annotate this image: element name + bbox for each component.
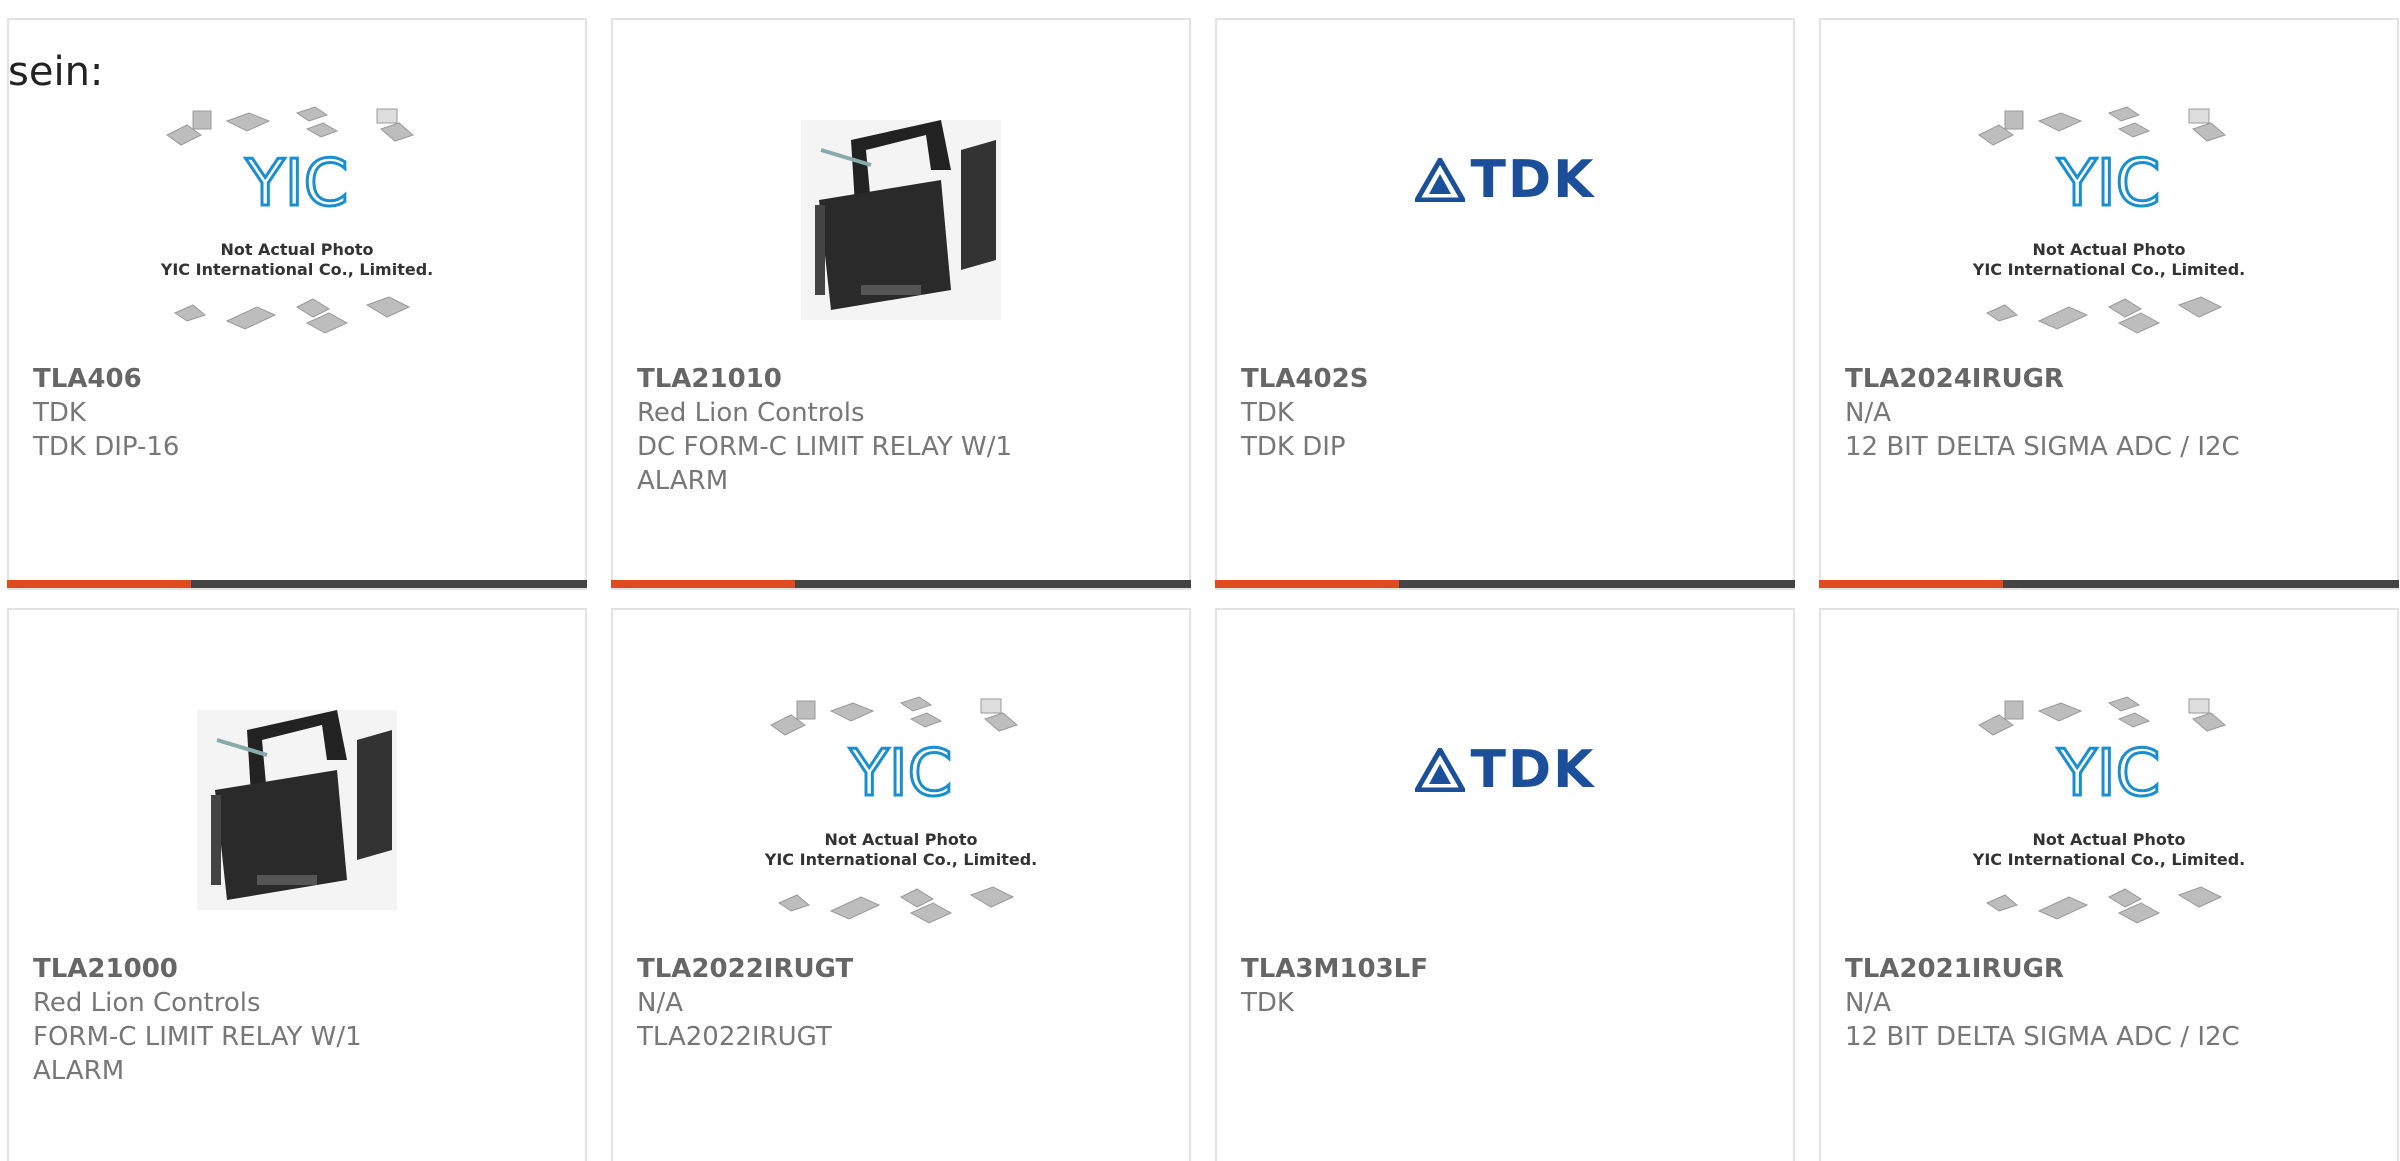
yic-placeholder-icon: YIC Not Actual Photo YIC International C… <box>1972 106 2245 334</box>
product-info: TLA3M103LF TDK <box>1241 952 1769 1020</box>
product-image: TDK <box>1217 640 1793 900</box>
placeholder-line1: Not Actual Photo <box>2032 240 2185 259</box>
product-info: TLA402S TDK TDK DIP <box>1241 362 1769 464</box>
yic-logo: YIC <box>245 147 349 221</box>
relay-photo-icon <box>197 710 397 910</box>
card-bar <box>1215 580 1795 588</box>
manufacturer: Red Lion Controls <box>637 398 865 428</box>
product-image: YIC Not Actual Photo YIC International C… <box>9 70 585 370</box>
product-card[interactable]: YIC Not Actual Photo YIC International C… <box>1819 608 2399 1161</box>
placeholder-line1: Not Actual Photo <box>824 830 977 849</box>
placeholder-line1: Not Actual Photo <box>220 240 373 259</box>
placeholder-line2: YIC International Co., Limited. <box>764 850 1037 869</box>
yic-logo: YIC <box>2057 147 2161 221</box>
product-card[interactable]: TDK TLA402S TDK TDK DIP <box>1215 18 1795 590</box>
card-bar <box>1819 580 2399 588</box>
manufacturer: TDK <box>33 398 86 428</box>
part-number[interactable]: TLA3M103LF <box>1241 952 1769 986</box>
product-card[interactable]: TLA21010 Red Lion Controls DC FORM-C LIM… <box>611 18 1191 590</box>
product-info: TLA2022IRUGT N/A TLA2022IRUGT <box>637 952 1165 1054</box>
part-number[interactable]: TLA406 <box>33 362 561 396</box>
manufacturer: TDK <box>1241 988 1294 1018</box>
manufacturer: N/A <box>637 988 683 1018</box>
manufacturer: N/A <box>1845 988 1891 1018</box>
manufacturer: TDK <box>1241 398 1294 428</box>
product-info: TLA406 TDK TDK DIP-16 <box>33 362 561 464</box>
part-number[interactable]: TLA2022IRUGT <box>637 952 1165 986</box>
card-bar <box>7 580 587 588</box>
product-image: YIC Not Actual Photo YIC International C… <box>1821 70 2397 370</box>
card-bar-accent <box>1819 580 2003 588</box>
product-card[interactable]: TDK TLA3M103LF TDK <box>1215 608 1795 1161</box>
placeholder-line2: YIC International Co., Limited. <box>1972 850 2245 869</box>
manufacturer: N/A <box>1845 398 1891 428</box>
description: TLA2022IRUGT <box>637 1022 832 1052</box>
tdk-wordmark: TDK <box>1470 150 1596 210</box>
product-info: TLA2021IRUGR N/A 12 BIT DELTA SIGMA ADC … <box>1845 952 2373 1054</box>
relay-photo-icon <box>801 120 1001 320</box>
tdk-emblem-icon <box>1414 158 1465 202</box>
tdk-wordmark: TDK <box>1470 740 1596 800</box>
part-number[interactable]: TLA2024IRUGR <box>1845 362 2373 396</box>
description: TDK DIP <box>1241 432 1346 462</box>
product-info: TLA21010 Red Lion Controls DC FORM-C LIM… <box>637 362 1165 498</box>
product-card[interactable]: YIC Not Actual Photo YIC International C… <box>611 608 1191 1161</box>
header-text: sein: <box>8 49 104 95</box>
description: FORM-C LIMIT RELAY W/1 ALARM <box>33 1022 362 1086</box>
part-number[interactable]: TLA21010 <box>637 362 1165 396</box>
description: DC FORM-C LIMIT RELAY W/1 ALARM <box>637 432 1013 496</box>
product-image: TDK <box>1217 50 1793 310</box>
part-number[interactable]: TLA21000 <box>33 952 561 986</box>
product-info: TLA2024IRUGR N/A 12 BIT DELTA SIGMA ADC … <box>1845 362 2373 464</box>
product-card[interactable]: YIC Not Actual Photo YIC International C… <box>7 18 587 590</box>
part-number[interactable]: TLA402S <box>1241 362 1769 396</box>
card-bar <box>611 580 1191 588</box>
tdk-logo: TDK <box>1414 740 1596 800</box>
description: TDK DIP-16 <box>33 432 180 462</box>
placeholder-line1: Not Actual Photo <box>2032 830 2185 849</box>
card-bar-accent <box>7 580 191 588</box>
placeholder-line2: YIC International Co., Limited. <box>1972 260 2245 279</box>
description: 12 BIT DELTA SIGMA ADC / I2C <box>1845 1022 2240 1052</box>
product-info: TLA21000 Red Lion Controls FORM-C LIMIT … <box>33 952 561 1088</box>
placeholder-line2: YIC International Co., Limited. <box>160 260 433 279</box>
tdk-logo: TDK <box>1414 150 1596 210</box>
manufacturer: Red Lion Controls <box>33 988 261 1018</box>
part-number[interactable]: TLA2021IRUGR <box>1845 952 2373 986</box>
product-image <box>613 70 1189 370</box>
yic-logo: YIC <box>2057 737 2161 811</box>
product-grid-page: sein: YIC Not Actual Photo YIC Internati… <box>0 0 2400 1161</box>
product-card[interactable]: TLA21000 Red Lion Controls FORM-C LIMIT … <box>7 608 587 1161</box>
product-card[interactable]: YIC Not Actual Photo YIC International C… <box>1819 18 2399 590</box>
description: 12 BIT DELTA SIGMA ADC / I2C <box>1845 432 2240 462</box>
card-bar-accent <box>611 580 795 588</box>
product-image <box>9 660 585 960</box>
yic-placeholder-icon: YIC Not Actual Photo YIC International C… <box>764 696 1037 924</box>
yic-logo: YIC <box>849 737 953 811</box>
yic-placeholder-icon: YIC Not Actual Photo YIC International C… <box>160 106 433 334</box>
tdk-emblem-icon <box>1414 748 1465 792</box>
product-image: YIC Not Actual Photo YIC International C… <box>613 660 1189 960</box>
yic-placeholder-icon: YIC Not Actual Photo YIC International C… <box>1972 696 2245 924</box>
product-image: YIC Not Actual Photo YIC International C… <box>1821 660 2397 960</box>
card-bar-accent <box>1215 580 1399 588</box>
